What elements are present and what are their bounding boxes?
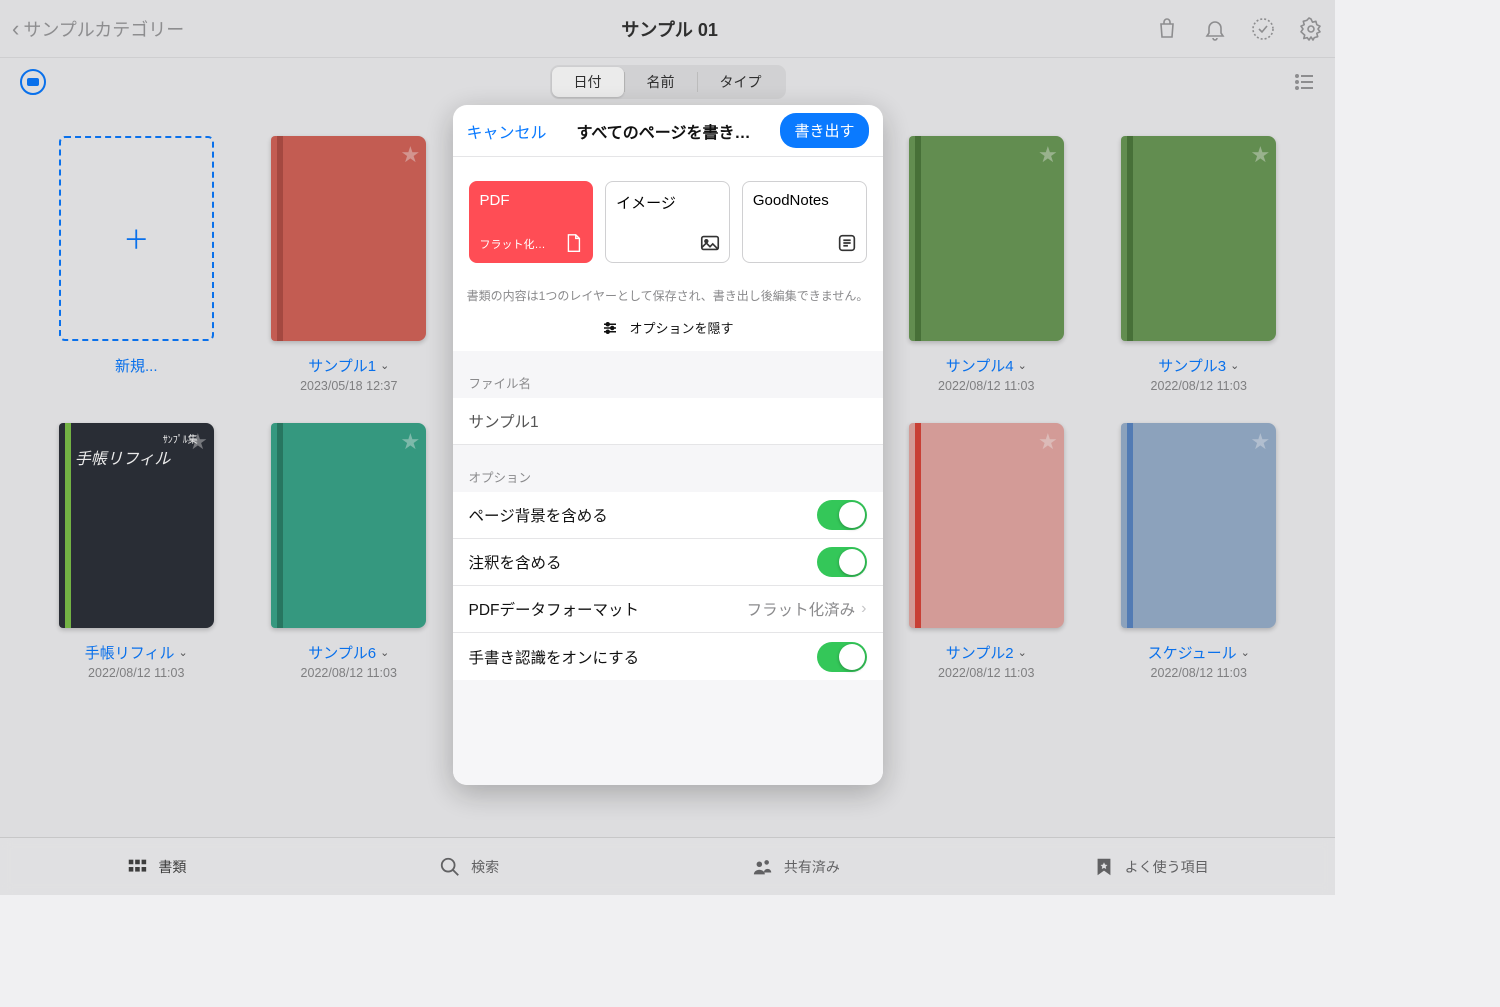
goodnotes-icon xyxy=(836,232,858,254)
format-pdf[interactable]: PDF フラット化… A xyxy=(469,181,594,263)
option-value: フラット化済み xyxy=(747,598,856,620)
export-modal: キャンセル すべてのページを書き… 書き出す PDF フラット化… A イメージ… xyxy=(453,105,883,785)
image-icon xyxy=(699,232,721,254)
option-label: PDFデータフォーマット xyxy=(469,598,747,620)
format-hint: 書類の内容は1つのレイヤーとして保存され、書き出し後編集できません。 xyxy=(453,277,883,304)
format-image[interactable]: イメージ xyxy=(605,181,730,263)
format-label: PDF xyxy=(480,192,583,209)
modal-header: キャンセル すべてのページを書き… 書き出す xyxy=(453,105,883,157)
pdf-icon: A xyxy=(562,232,584,254)
format-selector: PDF フラット化… A イメージ GoodNotes xyxy=(453,157,883,277)
modal-title: すべてのページを書き… xyxy=(547,119,781,143)
modal-body: PDF フラット化… A イメージ GoodNotes 書類の内容は1つのレイヤ… xyxy=(453,157,883,785)
modal-overlay: キャンセル すべてのページを書き… 書き出す PDF フラット化… A イメージ… xyxy=(0,0,1335,895)
format-goodnotes[interactable]: GoodNotes xyxy=(742,181,867,263)
export-button[interactable]: 書き出す xyxy=(780,113,868,148)
format-label: イメージ xyxy=(616,192,719,213)
toggle-annotations[interactable] xyxy=(817,547,867,577)
chevron-right-icon: › xyxy=(861,600,866,618)
toggle-knob xyxy=(839,644,865,670)
option-pdf-format-row[interactable]: PDFデータフォーマット フラット化済み › xyxy=(453,586,883,633)
options-section-label: オプション xyxy=(453,445,883,492)
option-label: 注釈を含める xyxy=(469,551,817,573)
option-background-row: ページ背景を含める xyxy=(453,492,883,539)
toggle-knob xyxy=(839,549,865,575)
option-label: ページ背景を含める xyxy=(469,504,817,526)
svg-text:A: A xyxy=(570,243,574,249)
filename-section-label: ファイル名 xyxy=(453,351,883,398)
format-label: GoodNotes xyxy=(753,192,856,209)
hide-options-button[interactable]: オプションを隠す xyxy=(453,304,883,351)
toggle-handwriting[interactable] xyxy=(817,642,867,672)
sliders-icon xyxy=(601,319,619,337)
hide-options-label: オプションを隠す xyxy=(629,318,733,337)
cancel-button[interactable]: キャンセル xyxy=(467,119,547,143)
option-annotations-row: 注釈を含める xyxy=(453,539,883,586)
toggle-knob xyxy=(839,502,865,528)
option-handwriting-row: 手書き認識をオンにする xyxy=(453,633,883,680)
option-label: 手書き認識をオンにする xyxy=(469,646,817,668)
filename-input[interactable]: サンプル1 xyxy=(469,410,539,432)
toggle-background[interactable] xyxy=(817,500,867,530)
filename-row[interactable]: サンプル1 xyxy=(453,398,883,445)
